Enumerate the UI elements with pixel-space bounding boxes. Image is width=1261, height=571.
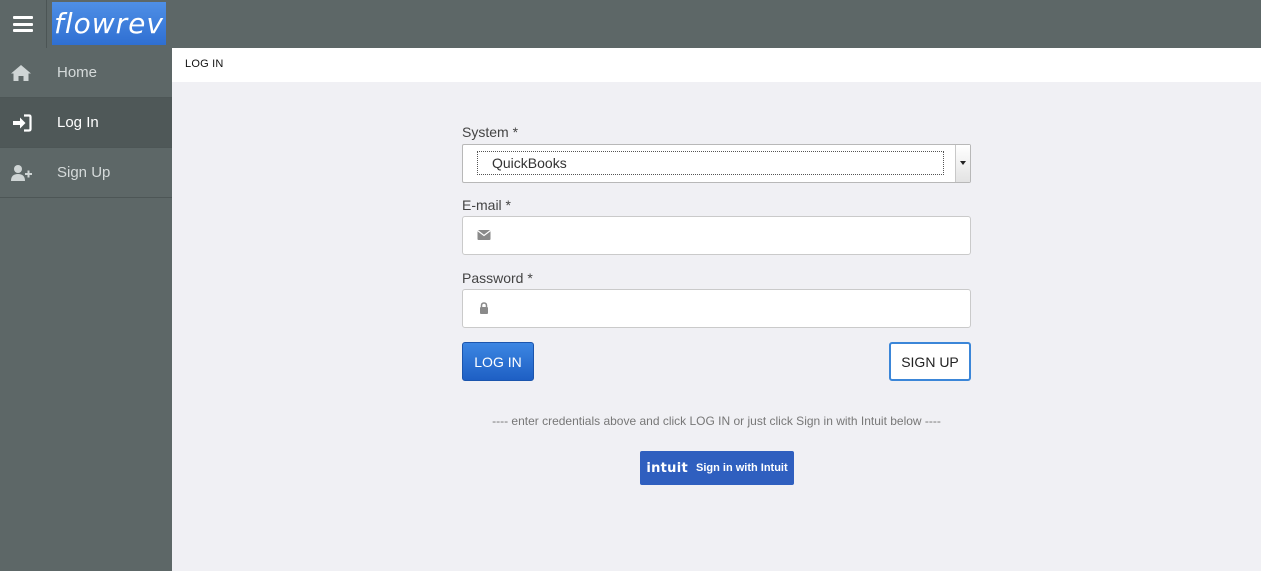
sign-in-with-intuit-button[interactable]: intuit Sign in with Intuit: [640, 451, 794, 485]
sign-up-button[interactable]: SIGN UP: [889, 342, 971, 381]
brand-logo[interactable]: flowrev: [52, 2, 166, 45]
envelope-icon: [477, 230, 491, 240]
intuit-logo: intuit: [646, 460, 688, 476]
sidebar-item-log-in[interactable]: Log In: [0, 98, 172, 148]
system-select-value: QuickBooks: [492, 155, 567, 171]
system-label: System *: [462, 124, 519, 140]
breadcrumb: LOG IN: [172, 48, 1261, 82]
login-hint-text: ---- enter credentials above and click L…: [492, 414, 941, 428]
sign-in-icon: [13, 114, 32, 132]
sidebar-item-home[interactable]: Home: [0, 48, 172, 98]
sidebar: Home Log In Sign Up: [0, 48, 172, 571]
email-field[interactable]: [497, 217, 962, 254]
top-bar: flowrev: [0, 0, 1261, 48]
password-field[interactable]: [497, 290, 962, 327]
email-label: E-mail *: [462, 197, 512, 213]
hamburger-menu-button[interactable]: [0, 0, 46, 48]
sidebar-item-sign-up[interactable]: Sign Up: [0, 148, 172, 198]
user-plus-icon: [11, 165, 32, 181]
sidebar-item-label: Home: [57, 64, 98, 81]
sidebar-item-label: Sign Up: [57, 164, 111, 181]
email-field-wrapper: [462, 216, 971, 255]
log-in-button[interactable]: LOG IN: [462, 342, 534, 381]
system-select-focus-ring: QuickBooks: [477, 151, 944, 175]
password-field-wrapper: [462, 289, 971, 328]
hamburger-icon: [13, 16, 33, 32]
lock-icon: [480, 302, 488, 314]
system-select[interactable]: QuickBooks: [462, 144, 971, 183]
sidebar-item-label: Log In: [57, 114, 99, 131]
chevron-down-icon[interactable]: [955, 145, 970, 182]
breadcrumb-current: LOG IN: [185, 58, 224, 70]
intuit-button-label: Sign in with Intuit: [696, 462, 788, 474]
password-label: Password *: [462, 270, 533, 286]
topbar-divider: [46, 0, 47, 48]
home-icon: [11, 65, 31, 81]
